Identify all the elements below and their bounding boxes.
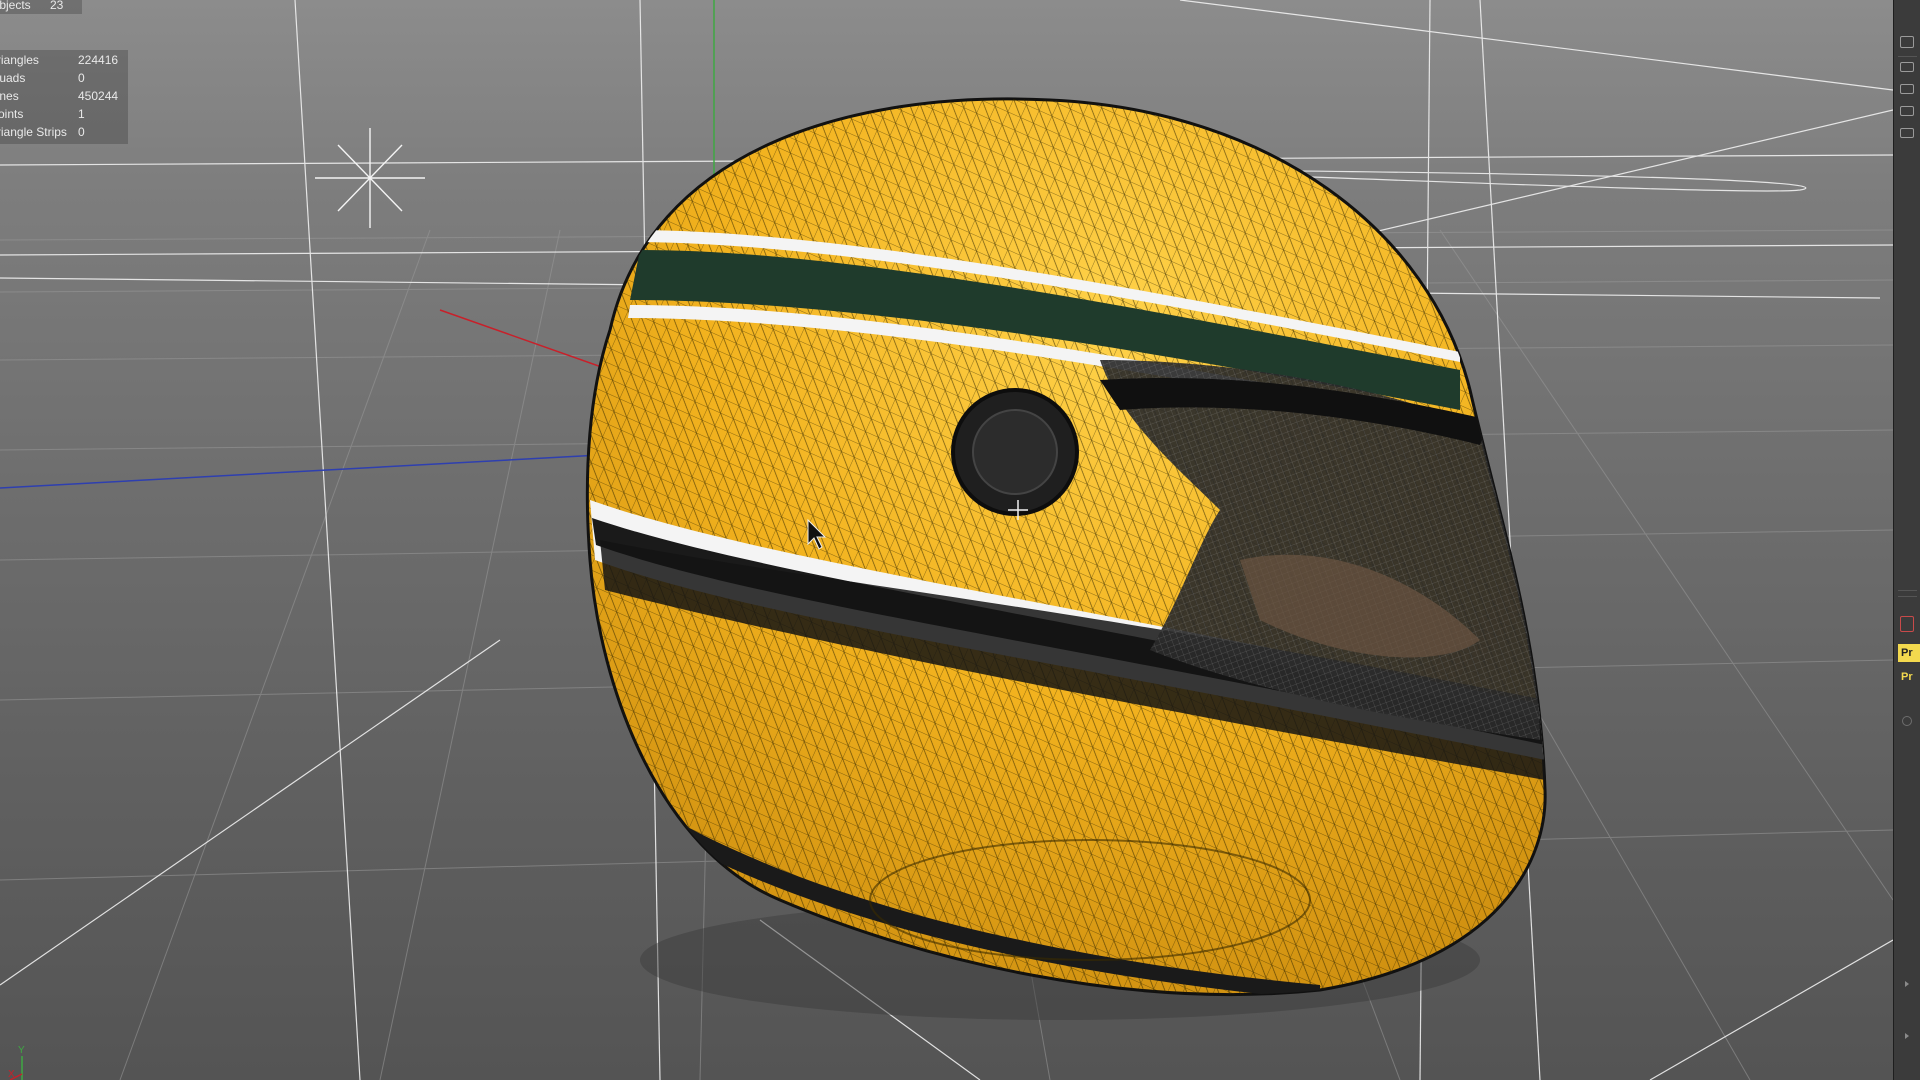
panel-divider <box>1898 56 1917 57</box>
light-marker <box>315 128 425 228</box>
stat-label: Points <box>0 107 24 121</box>
axis-y-label: Y <box>18 1045 25 1056</box>
stat-label: Quads <box>0 71 26 85</box>
axis-gizmo: Y X <box>8 1044 38 1080</box>
stat-label: Triangle Strips <box>0 125 67 139</box>
3d-viewport[interactable]: Objects 23 Triangles 224416 Quads 0 Line… <box>0 0 1893 1080</box>
right-dock-panel: Pr Pr <box>1893 0 1920 1080</box>
stat-value: 1 <box>78 107 85 121</box>
stat-label: Triangles <box>0 53 39 67</box>
helmet-model <box>585 97 1547 996</box>
document-icon[interactable] <box>1900 616 1914 632</box>
panel-divider <box>1898 590 1917 591</box>
layer-icon[interactable] <box>1900 62 1914 72</box>
viewport-scene[interactable] <box>0 0 1893 1080</box>
stat-value: 0 <box>78 71 85 85</box>
stat-value: 224416 <box>78 53 119 67</box>
stat-value: 23 <box>50 0 64 12</box>
axis-x-label: X <box>8 1069 15 1080</box>
stat-label: Lines <box>0 89 19 103</box>
arrow-icon[interactable] <box>1902 976 1912 987</box>
panel-divider <box>1898 596 1917 597</box>
layer-icon[interactable] <box>1900 106 1914 116</box>
arrow-icon[interactable] <box>1902 1028 1912 1039</box>
property-tag[interactable]: Pr <box>1898 644 1920 662</box>
layer-icon[interactable] <box>1900 84 1914 94</box>
property-tag[interactable]: Pr <box>1898 668 1920 686</box>
stat-value: 450244 <box>78 89 119 103</box>
stat-value: 0 <box>78 125 85 139</box>
stat-label: Objects <box>0 0 31 12</box>
x-axis-line <box>439 309 611 371</box>
radio-icon[interactable] <box>1902 716 1912 726</box>
z-axis-line <box>0 454 601 489</box>
panel-toggle-icon[interactable] <box>1900 36 1914 48</box>
layer-icon[interactable] <box>1900 128 1914 138</box>
